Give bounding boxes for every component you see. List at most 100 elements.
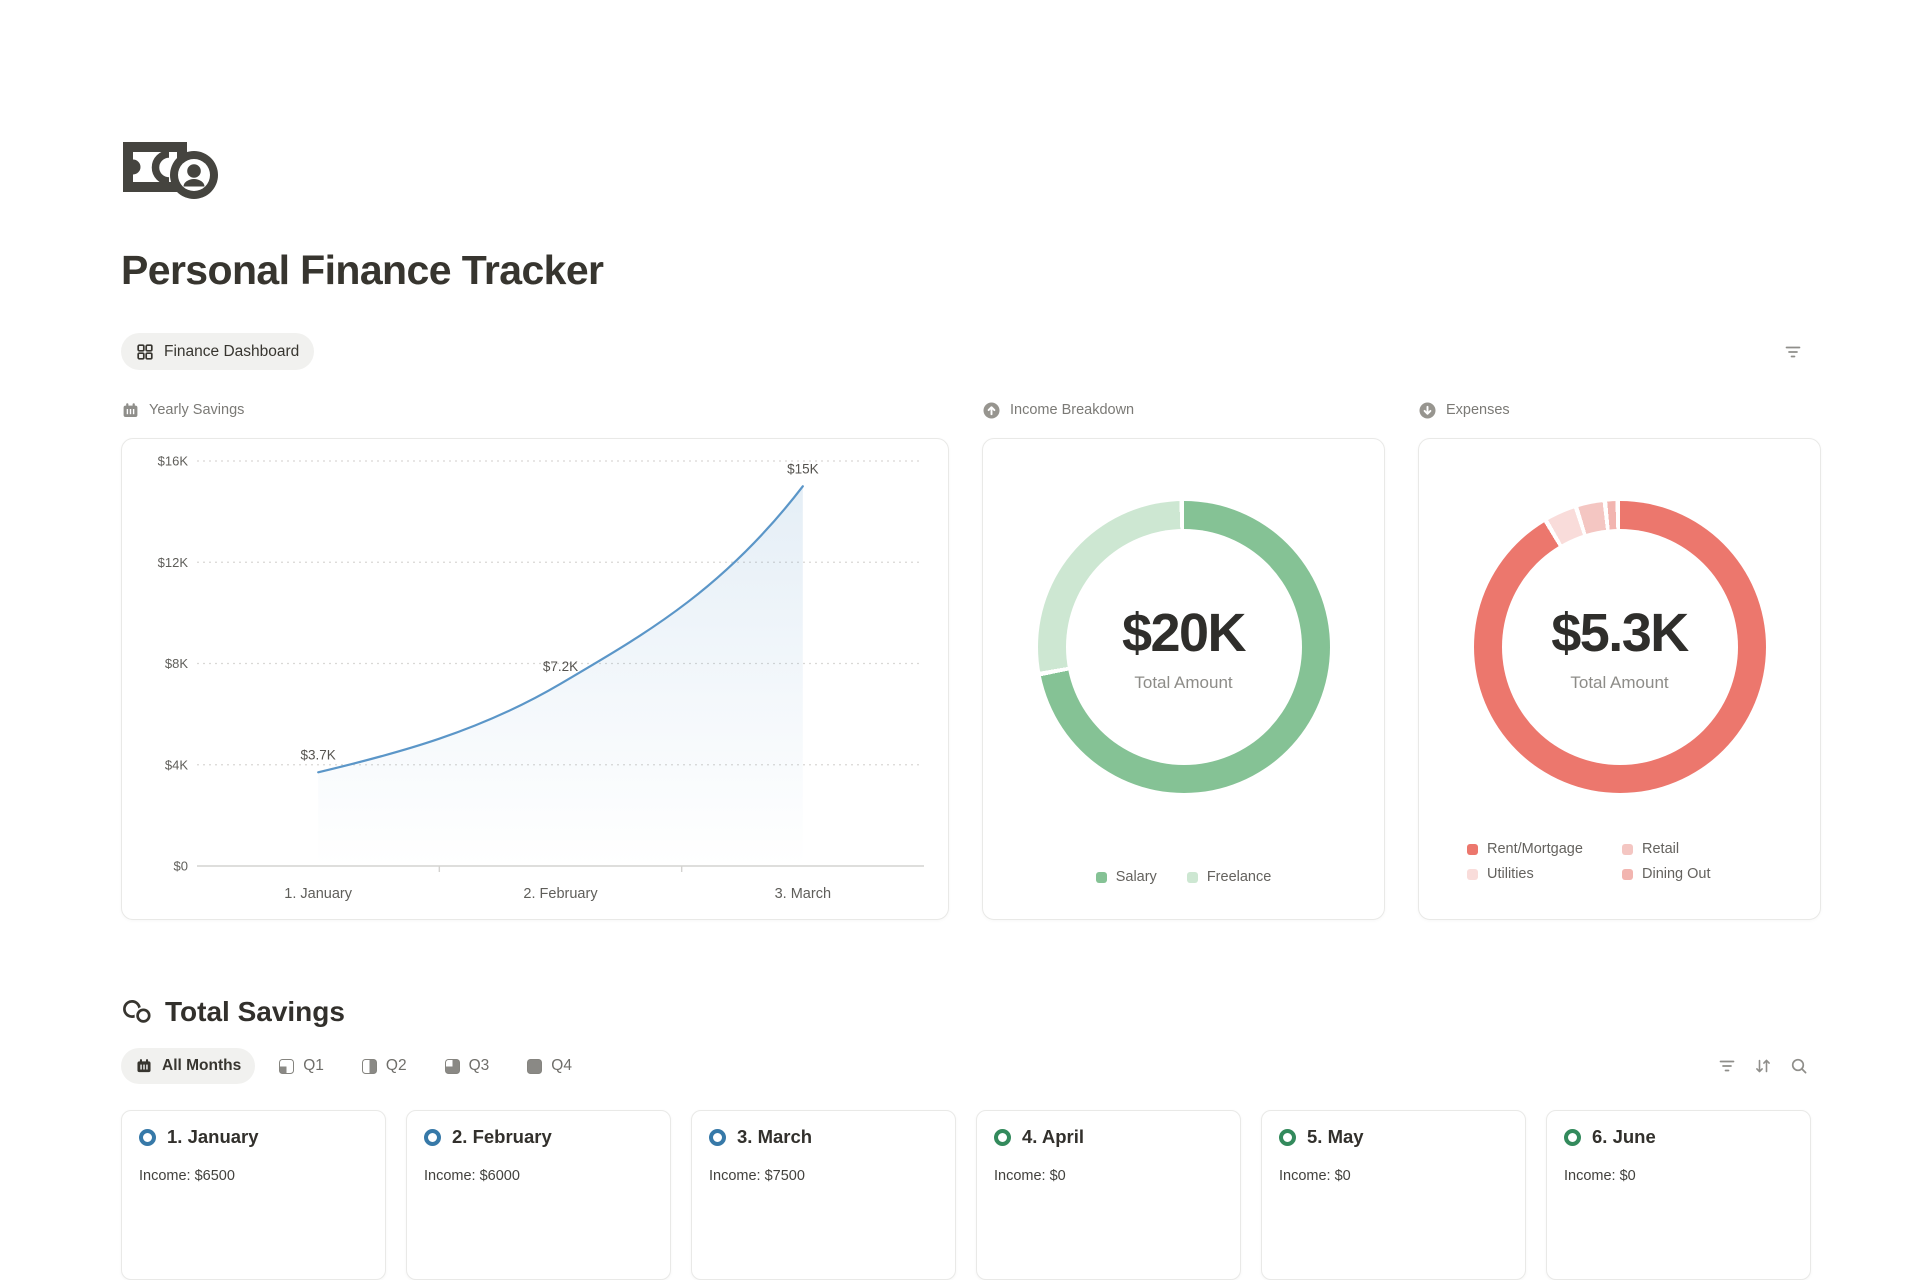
month-card-title: 5. May [1307,1126,1364,1148]
filter-button[interactable] [1779,338,1807,366]
expenses-total-caption: Total Amount [1570,673,1668,693]
retail-swatch [1622,844,1633,855]
legend-item: Salary [1096,869,1157,885]
month-card-title-row: 3. March [709,1126,938,1148]
status-ring-icon [709,1129,726,1146]
expenses-donut-center: $5.3K Total Amount [1474,501,1766,793]
coins-icon [121,998,152,1026]
tab-all-months[interactable]: All Months [121,1048,255,1084]
chart-card-title: Income Breakdown [1010,402,1134,418]
income-total: $20K [1122,602,1245,664]
utilities-swatch [1467,869,1478,880]
filter-button[interactable] [1713,1052,1741,1080]
table-toolbar [1713,1052,1813,1080]
expenses-total: $5.3K [1551,602,1688,664]
expenses-donut: $5.3K Total Amount [1474,501,1766,793]
search-icon [1789,1056,1809,1076]
month-income: Income: $6000 [424,1168,653,1184]
legend-label: Freelance [1207,869,1271,885]
status-ring-icon [139,1129,156,1146]
legend-label: Salary [1116,869,1157,885]
yearly-savings-line-chart: $0$4K$8K$12K$16K $3.7K$7.2K$15K 1. Janua… [122,439,948,919]
tab-q2[interactable]: Q2 [348,1048,421,1084]
month-income: Income: $6500 [139,1168,368,1184]
tab-label: Q2 [386,1057,407,1075]
banknote-coin-icon [121,135,225,201]
circle-arrow-up-icon [982,401,1001,420]
sort-icon [1753,1056,1773,1076]
page-title: Personal Finance Tracker [121,247,1821,294]
tab-finance-dashboard[interactable]: Finance Dashboard [121,333,314,370]
chart-card-title: Yearly Savings [149,402,244,418]
data-point-label: $3.7K [301,747,336,762]
legend-label: Dining Out [1642,866,1711,882]
x-axis-category-label: 2. February [523,886,598,902]
finance-tracker-page: Personal Finance Tracker Finance Dashboa… [0,0,1920,1280]
month-card-may[interactable]: 5. May Income: $0 [1261,1110,1526,1280]
month-card-title: 4. April [1022,1126,1084,1148]
expenses-legend: Rent/Mortgage Retail Utilities Dining Ou… [1467,841,1711,882]
line-chart-area [318,486,803,866]
page-logo[interactable] [121,0,1821,201]
month-card-title-row: 1. January [139,1126,368,1148]
month-card-title-row: 2. February [424,1126,653,1148]
month-card-title: 2. February [452,1126,552,1148]
month-card-title-row: 5. May [1279,1126,1508,1148]
filter-icon [1783,342,1803,362]
income-donut-center: $20K Total Amount [1038,501,1330,793]
view-tab-row: Finance Dashboard [121,333,1821,370]
expenses-card: $5.3K Total Amount Rent/Mortgage Retail [1418,438,1821,920]
freelance-swatch [1187,872,1198,883]
legend-item: Utilities [1467,866,1622,882]
chart-card-title: Expenses [1446,402,1510,418]
income-donut: $20K Total Amount [1038,501,1330,793]
yearly-savings-column: Yearly Savings $0$4K$8K$12K$16 [121,400,949,920]
month-income: Income: $0 [994,1168,1223,1184]
month-card-june[interactable]: 6. June Income: $0 [1546,1110,1811,1280]
y-axis-tick-label: $4K [165,757,188,772]
legend-item: Freelance [1187,869,1271,885]
month-card-january[interactable]: 1. January Income: $6500 [121,1110,386,1280]
month-card-march[interactable]: 3. March Income: $7500 [691,1110,956,1280]
x-axis-category-label: 1. January [284,886,352,902]
tab-q4[interactable]: Q4 [513,1048,586,1084]
sort-button[interactable] [1749,1052,1777,1080]
data-point-label: $7.2K [543,659,578,674]
y-axis-tick-label: $8K [165,656,188,671]
total-savings-heading: Total Savings [121,996,1821,1028]
yearly-savings-header: Yearly Savings [121,400,949,420]
income-breakdown-column: Income Breakdown $20K Total Amount Salar… [982,400,1385,920]
view-tab-label: Finance Dashboard [164,343,299,361]
quarter-2-icon [362,1059,377,1074]
legend-item: Rent/Mortgage [1467,841,1622,857]
month-card-april[interactable]: 4. April Income: $0 [976,1110,1241,1280]
expenses-column: Expenses $5.3K Total Amount Rent/Mortgag… [1418,400,1821,920]
y-axis-tick-label: $12K [158,555,189,570]
status-ring-icon [994,1129,1011,1146]
tab-label: Q1 [303,1057,324,1075]
salary-swatch [1096,872,1107,883]
expenses-header: Expenses [1418,400,1821,420]
month-card-february[interactable]: 2. February Income: $6000 [406,1110,671,1280]
charts-row: Yearly Savings $0$4K$8K$12K$16 [121,400,1821,920]
tab-q1[interactable]: Q1 [265,1048,338,1084]
month-income: Income: $0 [1279,1168,1508,1184]
quarter-1-icon [279,1059,294,1074]
months-tabs-row: All Months Q1 Q2 Q3 Q4 [121,1048,1821,1084]
search-button[interactable] [1785,1052,1813,1080]
month-card-title: 3. March [737,1126,812,1148]
quarter-3-icon [445,1059,460,1074]
legend-item: Dining Out [1622,866,1711,882]
tab-q3[interactable]: Q3 [431,1048,504,1084]
month-income: Income: $7500 [709,1168,938,1184]
legend-label: Utilities [1487,866,1534,882]
y-axis-tick-label: $0 [174,859,188,874]
status-ring-icon [1564,1129,1581,1146]
filter-icon [1717,1056,1737,1076]
yearly-savings-chart-card: $0$4K$8K$12K$16K $3.7K$7.2K$15K 1. Janua… [121,438,949,920]
income-total-caption: Total Amount [1134,673,1232,693]
tab-label: All Months [162,1057,241,1075]
calendar-icon [135,1057,153,1075]
dashboard-grid-icon [136,343,154,361]
month-card-title-row: 4. April [994,1126,1223,1148]
